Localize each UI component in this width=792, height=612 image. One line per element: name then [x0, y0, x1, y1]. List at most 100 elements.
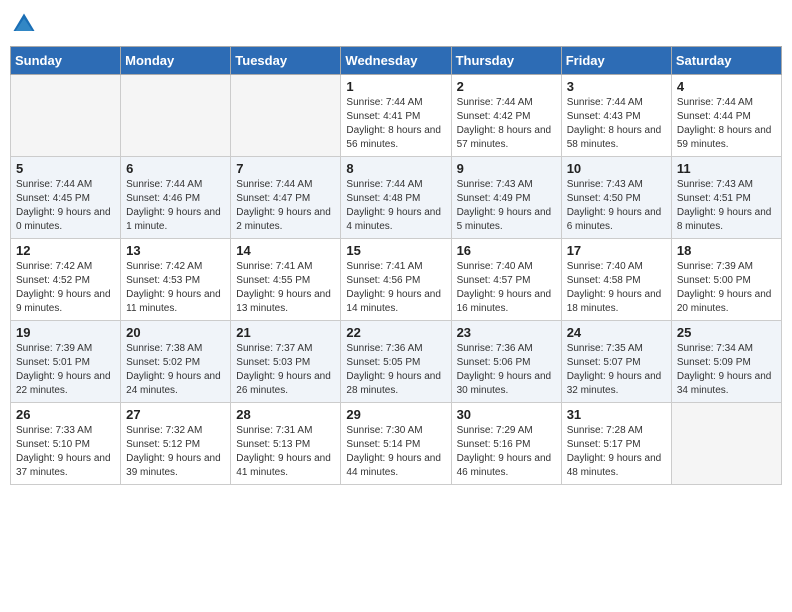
calendar-day-cell: 6 Sunrise: 7:44 AMSunset: 4:46 PMDayligh… — [121, 157, 231, 239]
day-number: 11 — [677, 161, 776, 176]
calendar-day-cell: 11 Sunrise: 7:43 AMSunset: 4:51 PMDaylig… — [671, 157, 781, 239]
day-info: Sunrise: 7:35 AMSunset: 5:07 PMDaylight:… — [567, 342, 666, 398]
calendar-day-cell — [11, 75, 121, 157]
calendar-day-cell: 31 Sunrise: 7:28 AMSunset: 5:17 PMDaylig… — [561, 403, 671, 485]
calendar-day-cell: 23 Sunrise: 7:36 AMSunset: 5:06 PMDaylig… — [451, 321, 561, 403]
calendar-day-cell: 19 Sunrise: 7:39 AMSunset: 5:01 PMDaylig… — [11, 321, 121, 403]
calendar-day-cell: 22 Sunrise: 7:36 AMSunset: 5:05 PMDaylig… — [341, 321, 451, 403]
day-number: 9 — [457, 161, 556, 176]
calendar-day-cell: 3 Sunrise: 7:44 AMSunset: 4:43 PMDayligh… — [561, 75, 671, 157]
day-number: 25 — [677, 325, 776, 340]
calendar-day-cell: 17 Sunrise: 7:40 AMSunset: 4:58 PMDaylig… — [561, 239, 671, 321]
calendar-week-row: 19 Sunrise: 7:39 AMSunset: 5:01 PMDaylig… — [11, 321, 782, 403]
calendar-day-cell: 8 Sunrise: 7:44 AMSunset: 4:48 PMDayligh… — [341, 157, 451, 239]
calendar-day-cell: 13 Sunrise: 7:42 AMSunset: 4:53 PMDaylig… — [121, 239, 231, 321]
logo — [10, 10, 42, 38]
day-info: Sunrise: 7:32 AMSunset: 5:12 PMDaylight:… — [126, 424, 225, 480]
weekday-header: Saturday — [671, 47, 781, 75]
calendar-day-cell: 14 Sunrise: 7:41 AMSunset: 4:55 PMDaylig… — [231, 239, 341, 321]
weekday-header: Monday — [121, 47, 231, 75]
calendar-day-cell: 29 Sunrise: 7:30 AMSunset: 5:14 PMDaylig… — [341, 403, 451, 485]
day-number: 24 — [567, 325, 666, 340]
calendar-day-cell: 5 Sunrise: 7:44 AMSunset: 4:45 PMDayligh… — [11, 157, 121, 239]
weekday-header: Friday — [561, 47, 671, 75]
calendar-day-cell: 26 Sunrise: 7:33 AMSunset: 5:10 PMDaylig… — [11, 403, 121, 485]
calendar-table: SundayMondayTuesdayWednesdayThursdayFrid… — [10, 46, 782, 485]
calendar-day-cell: 15 Sunrise: 7:41 AMSunset: 4:56 PMDaylig… — [341, 239, 451, 321]
calendar-day-cell: 20 Sunrise: 7:38 AMSunset: 5:02 PMDaylig… — [121, 321, 231, 403]
calendar-week-row: 1 Sunrise: 7:44 AMSunset: 4:41 PMDayligh… — [11, 75, 782, 157]
day-number: 6 — [126, 161, 225, 176]
calendar-day-cell: 12 Sunrise: 7:42 AMSunset: 4:52 PMDaylig… — [11, 239, 121, 321]
day-number: 10 — [567, 161, 666, 176]
calendar-day-cell: 10 Sunrise: 7:43 AMSunset: 4:50 PMDaylig… — [561, 157, 671, 239]
day-info: Sunrise: 7:43 AMSunset: 4:49 PMDaylight:… — [457, 178, 556, 234]
day-number: 15 — [346, 243, 445, 258]
day-info: Sunrise: 7:43 AMSunset: 4:50 PMDaylight:… — [567, 178, 666, 234]
day-number: 8 — [346, 161, 445, 176]
calendar-day-cell: 24 Sunrise: 7:35 AMSunset: 5:07 PMDaylig… — [561, 321, 671, 403]
day-info: Sunrise: 7:40 AMSunset: 4:58 PMDaylight:… — [567, 260, 666, 316]
calendar-day-cell: 1 Sunrise: 7:44 AMSunset: 4:41 PMDayligh… — [341, 75, 451, 157]
day-info: Sunrise: 7:44 AMSunset: 4:47 PMDaylight:… — [236, 178, 335, 234]
day-number: 18 — [677, 243, 776, 258]
day-info: Sunrise: 7:44 AMSunset: 4:46 PMDaylight:… — [126, 178, 225, 234]
day-info: Sunrise: 7:40 AMSunset: 4:57 PMDaylight:… — [457, 260, 556, 316]
day-info: Sunrise: 7:37 AMSunset: 5:03 PMDaylight:… — [236, 342, 335, 398]
day-info: Sunrise: 7:44 AMSunset: 4:43 PMDaylight:… — [567, 96, 666, 152]
day-number: 30 — [457, 407, 556, 422]
day-number: 27 — [126, 407, 225, 422]
calendar-day-cell: 2 Sunrise: 7:44 AMSunset: 4:42 PMDayligh… — [451, 75, 561, 157]
day-number: 20 — [126, 325, 225, 340]
weekday-header: Wednesday — [341, 47, 451, 75]
day-info: Sunrise: 7:39 AMSunset: 5:01 PMDaylight:… — [16, 342, 115, 398]
day-info: Sunrise: 7:44 AMSunset: 4:48 PMDaylight:… — [346, 178, 445, 234]
calendar-day-cell: 4 Sunrise: 7:44 AMSunset: 4:44 PMDayligh… — [671, 75, 781, 157]
calendar-day-cell: 9 Sunrise: 7:43 AMSunset: 4:49 PMDayligh… — [451, 157, 561, 239]
day-info: Sunrise: 7:43 AMSunset: 4:51 PMDaylight:… — [677, 178, 776, 234]
day-number: 1 — [346, 79, 445, 94]
calendar-day-cell: 18 Sunrise: 7:39 AMSunset: 5:00 PMDaylig… — [671, 239, 781, 321]
calendar-day-cell — [671, 403, 781, 485]
calendar-day-cell — [231, 75, 341, 157]
calendar-day-cell: 7 Sunrise: 7:44 AMSunset: 4:47 PMDayligh… — [231, 157, 341, 239]
day-info: Sunrise: 7:28 AMSunset: 5:17 PMDaylight:… — [567, 424, 666, 480]
day-number: 14 — [236, 243, 335, 258]
logo-icon — [10, 10, 38, 38]
day-info: Sunrise: 7:38 AMSunset: 5:02 PMDaylight:… — [126, 342, 225, 398]
day-number: 13 — [126, 243, 225, 258]
day-info: Sunrise: 7:44 AMSunset: 4:42 PMDaylight:… — [457, 96, 556, 152]
day-info: Sunrise: 7:30 AMSunset: 5:14 PMDaylight:… — [346, 424, 445, 480]
weekday-header: Thursday — [451, 47, 561, 75]
weekday-header: Tuesday — [231, 47, 341, 75]
day-info: Sunrise: 7:31 AMSunset: 5:13 PMDaylight:… — [236, 424, 335, 480]
calendar-day-cell: 30 Sunrise: 7:29 AMSunset: 5:16 PMDaylig… — [451, 403, 561, 485]
day-info: Sunrise: 7:39 AMSunset: 5:00 PMDaylight:… — [677, 260, 776, 316]
day-number: 29 — [346, 407, 445, 422]
day-number: 17 — [567, 243, 666, 258]
day-info: Sunrise: 7:36 AMSunset: 5:06 PMDaylight:… — [457, 342, 556, 398]
calendar-week-row: 12 Sunrise: 7:42 AMSunset: 4:52 PMDaylig… — [11, 239, 782, 321]
day-info: Sunrise: 7:36 AMSunset: 5:05 PMDaylight:… — [346, 342, 445, 398]
day-number: 22 — [346, 325, 445, 340]
page-header — [10, 10, 782, 38]
day-info: Sunrise: 7:41 AMSunset: 4:56 PMDaylight:… — [346, 260, 445, 316]
weekday-header-row: SundayMondayTuesdayWednesdayThursdayFrid… — [11, 47, 782, 75]
day-info: Sunrise: 7:29 AMSunset: 5:16 PMDaylight:… — [457, 424, 556, 480]
calendar-day-cell: 25 Sunrise: 7:34 AMSunset: 5:09 PMDaylig… — [671, 321, 781, 403]
day-info: Sunrise: 7:42 AMSunset: 4:52 PMDaylight:… — [16, 260, 115, 316]
day-info: Sunrise: 7:44 AMSunset: 4:45 PMDaylight:… — [16, 178, 115, 234]
day-number: 21 — [236, 325, 335, 340]
day-number: 16 — [457, 243, 556, 258]
day-number: 5 — [16, 161, 115, 176]
day-info: Sunrise: 7:33 AMSunset: 5:10 PMDaylight:… — [16, 424, 115, 480]
calendar-day-cell: 27 Sunrise: 7:32 AMSunset: 5:12 PMDaylig… — [121, 403, 231, 485]
day-number: 26 — [16, 407, 115, 422]
calendar-week-row: 26 Sunrise: 7:33 AMSunset: 5:10 PMDaylig… — [11, 403, 782, 485]
calendar-day-cell: 16 Sunrise: 7:40 AMSunset: 4:57 PMDaylig… — [451, 239, 561, 321]
day-number: 2 — [457, 79, 556, 94]
day-number: 19 — [16, 325, 115, 340]
calendar-day-cell — [121, 75, 231, 157]
calendar-week-row: 5 Sunrise: 7:44 AMSunset: 4:45 PMDayligh… — [11, 157, 782, 239]
day-number: 23 — [457, 325, 556, 340]
